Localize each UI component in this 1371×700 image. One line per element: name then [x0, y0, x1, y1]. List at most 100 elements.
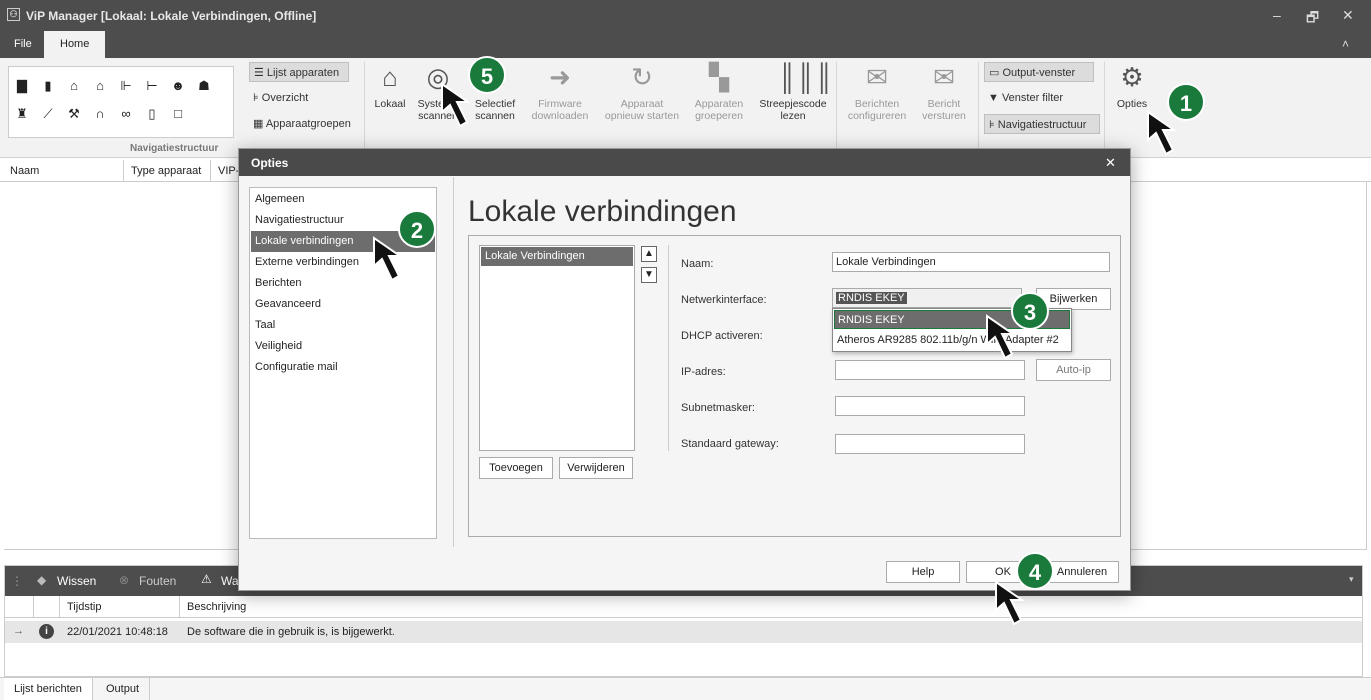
nav-configuratie-mail[interactable]: Configuratie mail — [251, 357, 435, 378]
subnet-field[interactable] — [835, 396, 1025, 416]
log-time: 22/01/2021 10:48:18 — [67, 626, 168, 638]
streepjescode-lezen-button[interactable]: ║║║ Streepjescode lezen — [756, 62, 834, 122]
lijst-apparaten-button[interactable]: ☰ Lijst apparaten — [249, 62, 349, 82]
exit-icon[interactable]: ⊢ — [145, 79, 159, 93]
output-venster-button[interactable]: ▭ Output-venster — [984, 62, 1094, 82]
tree-view-icon: ⊧ — [989, 119, 998, 131]
bottom-tab-bar: Lijst berichten Output — [0, 677, 1371, 700]
label-netwerkinterface: Netwerkinterface: — [681, 294, 767, 306]
glasses-icon[interactable]: ∞ — [119, 107, 133, 121]
move-down-icon[interactable]: ▼ — [641, 267, 657, 283]
panel-divider — [668, 245, 669, 451]
apparaatgroepen-button[interactable]: ▦ Apparaatgroepen — [249, 114, 357, 134]
ribbon-separator — [364, 62, 365, 154]
fouten-button[interactable]: Fouten — [139, 574, 176, 588]
envelope-icon: ✉ — [933, 62, 955, 92]
tab-lijst-berichten[interactable]: Lijst berichten — [4, 678, 93, 700]
lokaal-button[interactable]: ⌂ Lokaal — [370, 62, 410, 110]
home-group-icon[interactable]: ⌂ — [67, 79, 81, 93]
collapse-ribbon-icon[interactable]: ˄ — [1342, 37, 1349, 51]
nav-geavanceerd[interactable]: Geavanceerd — [251, 294, 435, 315]
firmware-downloaden-button[interactable]: ➜ Firmware downloaden — [528, 62, 592, 122]
headset-icon[interactable]: ∩ — [93, 107, 107, 121]
wissen-button[interactable]: Wissen — [57, 574, 96, 588]
tab-output[interactable]: Output — [96, 678, 151, 700]
wrench-icon[interactable]: ⚒ — [67, 107, 81, 121]
home-icon: ⌂ — [382, 62, 398, 92]
apparaten-groeperen-button[interactable]: ▚ Apparaten groeperen — [690, 62, 748, 122]
close-window-button[interactable]: ✕ — [1342, 7, 1354, 24]
navigatiestructuur-button[interactable]: ⊧ Navigatiestructuur — [984, 114, 1100, 134]
overzicht-button[interactable]: ⊧ Overzicht — [249, 88, 314, 108]
eraser-icon: ◆ — [37, 573, 47, 587]
barcode-icon: ║║║ — [778, 62, 834, 92]
cursor-arrow-icon — [441, 82, 472, 128]
column-divider — [210, 160, 211, 182]
bericht-versturen-button[interactable]: ✉ Bericht versturen — [916, 62, 972, 122]
berichten-configureren-button[interactable]: ✉ Berichten configureren — [842, 62, 912, 122]
screen-icon[interactable]: □ — [171, 107, 185, 121]
help-button[interactable]: Help — [886, 561, 960, 583]
column-divider — [59, 596, 60, 618]
column-type[interactable]: Type apparaat — [131, 165, 201, 177]
minimize-button[interactable]: – — [1273, 7, 1281, 23]
cursor-arrow-icon — [986, 314, 1017, 360]
window-icon: ▭ — [989, 67, 1003, 79]
apparaat-herstarten-button[interactable]: ↻ Apparaat opnieuw starten — [600, 62, 684, 122]
gear-icon: ⚙ — [1120, 62, 1144, 92]
chevron-down-icon[interactable]: ▾ — [1349, 574, 1354, 585]
dropdown-option[interactable]: Atheros AR9285 802.11b/g/n WiFi Adapter … — [834, 331, 1070, 350]
column-tijdstip[interactable]: Tijdstip — [67, 601, 101, 613]
warning-icon: ⚠ — [201, 572, 212, 586]
autoip-button[interactable]: Auto-ip — [1036, 359, 1111, 381]
opties-button[interactable]: ⚙ Opties — [1110, 62, 1154, 110]
tree-view-icon: ⊧ — [253, 92, 262, 104]
building-icon[interactable]: ▇ — [15, 79, 29, 93]
options-dialog: Opties ✕ Algemeen Navigatiestructuur Lok… — [238, 148, 1131, 591]
add-button[interactable]: Toevoegen — [479, 457, 553, 479]
table-row[interactable]: → i 22/01/2021 10:48:18 De software die … — [5, 621, 1362, 643]
app-icon: ⚇ — [7, 8, 20, 21]
nav-veiligheid[interactable]: Veiligheid — [251, 336, 435, 357]
panel-icon[interactable]: ▮ — [41, 79, 55, 93]
label-naam: Naam: — [681, 258, 714, 270]
ribbon-separator — [978, 62, 979, 154]
person-icon[interactable]: ♜ — [15, 107, 29, 121]
drag-handle-icon[interactable]: ⋮ — [11, 574, 23, 588]
label-gateway: Standaard gateway: — [681, 438, 779, 450]
users-icon[interactable]: ☻ — [171, 79, 185, 93]
waarschuwingen-button[interactable]: Wa — [221, 574, 239, 588]
refresh-icon: ↻ — [631, 62, 653, 92]
group-icon: ▚ — [709, 62, 729, 92]
column-divider — [33, 596, 34, 618]
annuleren-button[interactable]: Annuleren — [1045, 561, 1119, 583]
arrow-right-icon: ➜ — [549, 62, 571, 92]
user-icon[interactable]: ☗ — [197, 79, 211, 93]
netwerkinterface-select[interactable]: RNDIS EKEY — [832, 288, 1022, 308]
tab-home[interactable]: Home — [44, 31, 106, 58]
title-bar: ⚇ ViP Manager [Lokaal: Lokale Verbinding… — [0, 0, 1371, 31]
row-pointer-icon: → — [13, 625, 24, 637]
gateway-field[interactable] — [835, 434, 1025, 454]
naam-field[interactable]: Lokale Verbindingen — [832, 252, 1110, 272]
label-subnet: Subnetmasker: — [681, 402, 755, 414]
broom-icon[interactable]: ⟋ — [41, 107, 55, 121]
column-vip[interactable]: VIP- — [218, 165, 239, 177]
remove-button[interactable]: Verwijderen — [559, 457, 633, 479]
column-beschrijving[interactable]: Beschrijving — [187, 601, 246, 613]
venster-filter-button[interactable]: ▼ Venster filter — [984, 88, 1069, 108]
menu-file[interactable]: File — [4, 31, 42, 58]
restore-button[interactable]: 🗗 — [1306, 7, 1319, 31]
nav-taal[interactable]: Taal — [251, 315, 435, 336]
cursor-arrow-icon — [995, 580, 1026, 626]
log-description: De software die in gebruik is, is bijgew… — [187, 626, 395, 638]
nav-algemeen[interactable]: Algemeen — [251, 189, 435, 210]
column-naam[interactable]: Naam — [10, 165, 39, 177]
tree-icon[interactable]: ⊩ — [119, 79, 133, 93]
move-up-icon[interactable]: ▲ — [641, 246, 657, 262]
home-icon[interactable]: ⌂ — [93, 79, 107, 93]
cursor-arrow-icon — [1147, 110, 1178, 156]
device-icon[interactable]: ▯ — [145, 107, 159, 121]
close-icon[interactable]: ✕ — [1105, 155, 1116, 171]
list-item[interactable]: Lokale Verbindingen — [481, 247, 633, 266]
